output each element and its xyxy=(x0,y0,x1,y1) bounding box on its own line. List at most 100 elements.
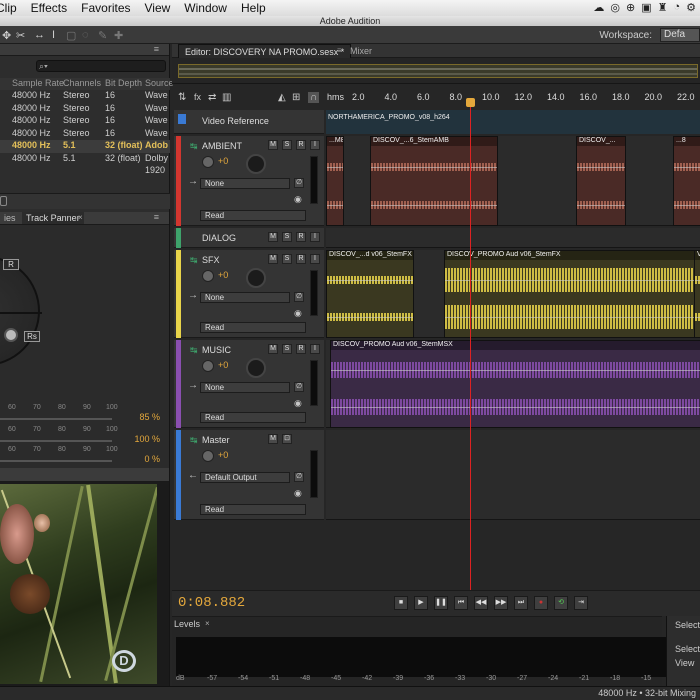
automation-mode-select[interactable]: Read xyxy=(200,504,306,515)
track-header-ambient[interactable]: AMBIENT ↹ M S R I +0 → None ∅ ◉ Read xyxy=(174,136,324,226)
panel-menu-icon[interactable]: ≡ xyxy=(154,212,159,222)
mute-button[interactable]: M xyxy=(268,140,278,150)
file-row[interactable]: 48000 Hz Stereo 16 Wave xyxy=(0,103,170,116)
volume-envelope[interactable] xyxy=(674,166,700,168)
volume-value[interactable]: +0 xyxy=(218,450,228,460)
tab-levels[interactable]: Levels xyxy=(174,619,200,629)
mute-button[interactable]: M xyxy=(268,232,278,242)
fx-bypass-button[interactable]: ∅ xyxy=(294,178,304,188)
column-bit-depth[interactable]: Bit Depth xyxy=(105,78,142,88)
column-sample-rate[interactable]: Sample Rate xyxy=(12,78,64,88)
menu-favorites[interactable]: Favorites xyxy=(81,1,130,15)
menu-view[interactable]: View xyxy=(145,1,171,15)
track-lane-ambient[interactable]: ...M8 DISCOV_...6_StemAMB DISCOV_... ...8 xyxy=(326,136,700,226)
timecode-icon[interactable]: ⊞ xyxy=(292,92,300,103)
track-header-sfx[interactable]: SFX ↹ M S R I +0 → None ∅ ◉ Read xyxy=(174,250,324,338)
solo-button[interactable]: S xyxy=(282,344,292,354)
pause-icon[interactable]: ❚❚ xyxy=(434,596,448,610)
mute-button[interactable]: M xyxy=(268,344,278,354)
pan-position-handle[interactable] xyxy=(4,328,18,342)
surround-panner-field[interactable] xyxy=(0,256,42,366)
audio-clip[interactable]: ...8 xyxy=(673,136,700,226)
file-row[interactable]: 48000 Hz Stereo 16 Wave xyxy=(0,128,170,141)
playhead[interactable] xyxy=(470,100,471,610)
overview-zoom-bar[interactable] xyxy=(178,64,698,78)
play-icon[interactable]: ▶ xyxy=(414,596,428,610)
record-icon[interactable]: ● xyxy=(534,596,548,610)
input-monitor-button[interactable]: I xyxy=(310,232,320,242)
go-start-icon[interactable]: ⏮ xyxy=(454,596,468,610)
swap-icon[interactable]: ⇅ xyxy=(178,92,186,103)
track-lane-dialog[interactable] xyxy=(326,228,700,248)
close-icon[interactable]: × xyxy=(78,213,83,222)
input-select[interactable]: None xyxy=(200,178,290,189)
column-channels[interactable]: Channels xyxy=(63,78,101,88)
playhead-marker-icon[interactable] xyxy=(466,98,475,107)
snap-icon[interactable]: ∩ xyxy=(308,92,320,103)
pan-knob[interactable] xyxy=(246,154,266,174)
volume-envelope[interactable] xyxy=(445,280,700,282)
time-ruler[interactable]: hms 2.0 4.0 6.0 8.0 10.0 12.0 14.0 16.0 18.0 20.0… xyxy=(326,92,700,108)
metronome-icon[interactable]: ◭ xyxy=(278,92,286,103)
file-row[interactable]: 48000 Hz 5.1 32 (float) Dolby xyxy=(0,153,170,166)
volume-knob[interactable] xyxy=(202,360,214,372)
volume-envelope[interactable] xyxy=(695,280,700,282)
panner-slider-1[interactable]: 60 70 80 90 100 85 % xyxy=(0,404,170,426)
tray-icon-5[interactable]: ♜ xyxy=(658,1,668,14)
tray-icon-6[interactable]: ◔ xyxy=(673,1,680,14)
volume-envelope[interactable] xyxy=(331,407,700,408)
go-end-icon[interactable]: ⏭ xyxy=(514,596,528,610)
volume-envelope[interactable] xyxy=(577,166,625,168)
file-row[interactable]: 48000 Hz Stereo 16 Wave xyxy=(0,90,170,103)
input-select[interactable]: None xyxy=(200,382,290,393)
sends-icon[interactable]: ⇄ xyxy=(208,92,216,103)
selection-title[interactable]: Selectio xyxy=(675,620,700,630)
volume-envelope[interactable] xyxy=(371,166,497,168)
input-select[interactable]: None xyxy=(200,292,290,303)
tray-icon-2[interactable]: ◎ xyxy=(610,1,620,14)
fx-icon[interactable]: fx xyxy=(194,92,201,102)
record-arm-button[interactable]: R xyxy=(296,254,306,264)
record-arm-button[interactable]: R xyxy=(296,344,306,354)
fx-bypass-button[interactable]: ∅ xyxy=(294,382,304,392)
track-header-master[interactable]: Master ↹ M ⊡ +0 ← Default Output ∅ ◉ Read xyxy=(174,430,324,520)
marquee-icon[interactable]: ▢ xyxy=(66,29,76,42)
automation-mode-select[interactable]: Read xyxy=(200,322,306,333)
volume-envelope[interactable] xyxy=(371,204,497,206)
track-lane-video[interactable]: NORTHAMERICA_PROMO_v08_h264 xyxy=(326,110,700,134)
tray-icon-3[interactable]: ⊕ xyxy=(626,1,635,14)
volume-envelope[interactable] xyxy=(331,370,700,372)
mute-button[interactable]: M xyxy=(268,434,278,444)
volume-envelope[interactable] xyxy=(327,317,413,318)
mute-button[interactable]: M xyxy=(268,254,278,264)
track-lane-master[interactable] xyxy=(326,430,700,520)
tab-track-panner[interactable]: Track Panner xyxy=(22,212,84,224)
volume-envelope[interactable] xyxy=(674,204,700,206)
automation-mode-select[interactable]: Read xyxy=(200,412,306,423)
tab-properties[interactable]: ies xyxy=(0,212,20,224)
track-lane-sfx[interactable]: DISCOV_...d v06_StemFX DISCOV_PROMO Aud v… xyxy=(326,250,700,338)
track-header-dialog[interactable]: DIALOG M S R I xyxy=(174,228,324,248)
volume-value[interactable]: +0 xyxy=(218,270,228,280)
file-row[interactable]: 48000 Hz 5.1 32 (float) Adob xyxy=(0,140,170,153)
solo-button[interactable]: S xyxy=(282,232,292,242)
fx-bypass-button[interactable]: ∅ xyxy=(294,472,304,482)
fast-forward-icon[interactable]: ▶▶ xyxy=(494,596,508,610)
fx-bypass-button[interactable]: ∅ xyxy=(294,292,304,302)
input-monitor-button[interactable]: I xyxy=(310,254,320,264)
audio-clip[interactable]: Vo xyxy=(694,250,700,338)
lasso-icon[interactable]: ◌ xyxy=(82,29,89,41)
track-lane-music[interactable]: DISCOV_PROMO Aud v06_StemMSX xyxy=(326,340,700,428)
record-arm-button[interactable]: R xyxy=(296,140,306,150)
video-clip[interactable]: NORTHAMERICA_PROMO_v08_h264 xyxy=(326,110,700,134)
current-time-display[interactable]: 0:08.882 xyxy=(178,595,245,611)
tray-icon-1[interactable]: ☁ xyxy=(593,1,604,14)
input-select[interactable]: Default Output xyxy=(200,472,290,483)
menu-clip[interactable]: Clip xyxy=(0,1,17,15)
track-header-music[interactable]: MUSIC ↹ M S R I +0 → None ∅ ◉ Read xyxy=(174,340,324,428)
audio-clip[interactable]: DISCOV_PROMO Aud v06_StemMSX xyxy=(330,340,700,428)
session-overview[interactable] xyxy=(172,58,700,84)
files-search-input[interactable]: ⌕▾ xyxy=(36,60,166,72)
panner-slider-3[interactable]: 60 70 80 90 100 0 % xyxy=(0,446,170,468)
audio-clip[interactable]: DISCOV_PROMO Aud v06_StemFX xyxy=(444,250,700,338)
